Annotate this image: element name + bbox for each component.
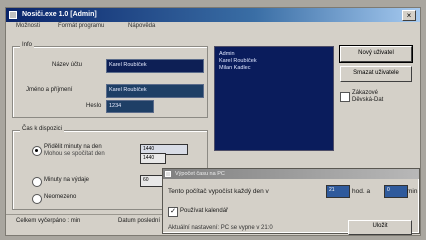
- minutes-weekend-field[interactable]: 1440: [140, 153, 166, 164]
- dialog-title-bar[interactable]: Výpočet času na PC: [163, 169, 419, 179]
- delete-user-button[interactable]: Smazat uživatele: [340, 66, 412, 82]
- radio-minutes-per-day[interactable]: [32, 146, 42, 156]
- account-name-label: Název účtu: [52, 62, 83, 68]
- window-title: Nosiči.exe 1.0 [Admin]: [22, 11, 97, 18]
- lock-checkbox-label-1: Zákazové: [352, 90, 379, 96]
- app-icon: [9, 11, 17, 19]
- dialog-icon: [165, 171, 171, 177]
- full-name-field[interactable]: Karel Roubíček: [106, 84, 204, 98]
- menu-item-napoveda[interactable]: Nápověda: [128, 23, 155, 29]
- minutes-spending-label: Minuty na výdaje: [44, 177, 90, 183]
- close-icon: ×: [406, 11, 412, 20]
- password-field[interactable]: 1234: [106, 100, 154, 113]
- dialog-calc-label: Tento počítač vypočíst každý den v: [168, 188, 269, 195]
- new-user-button[interactable]: Nový uživatel: [339, 45, 413, 63]
- minutes-per-day-label-1: Přidělit minuty na den: [44, 144, 102, 150]
- dialog-minute-field[interactable]: 0: [384, 185, 408, 198]
- status-separator: [6, 214, 162, 215]
- info-group-label: Info: [20, 42, 35, 48]
- status-total-used: Celkem vyčerpáno : min: [16, 218, 81, 224]
- minutes-per-day-label-2: Mohou se spočítat den: [44, 151, 105, 157]
- list-item-user[interactable]: Milan Kadlec: [219, 65, 251, 71]
- save-button[interactable]: Uložit: [348, 220, 412, 235]
- menu-bar: Možnosti Formát programu Nápověda: [6, 22, 420, 32]
- time-group-label: Čas k dispozici: [20, 126, 65, 132]
- account-name-field[interactable]: Karel Roubíček: [106, 59, 204, 73]
- title-bar[interactable]: Nosiči.exe 1.0 [Admin]: [6, 8, 420, 22]
- full-name-label: Jméno a příjmení: [26, 87, 73, 93]
- menu-item-moznosti[interactable]: Možnosti: [16, 23, 40, 29]
- close-button[interactable]: ×: [402, 10, 416, 21]
- unlimited-label: Neomezeno: [44, 194, 77, 200]
- list-item-user[interactable]: Admin: [219, 51, 235, 57]
- lock-checkbox[interactable]: [340, 92, 350, 102]
- menu-item-format[interactable]: Formát programu: [58, 23, 104, 29]
- dialog-use-calendar-checkbox[interactable]: ✓: [168, 207, 178, 217]
- radio-minutes-spending[interactable]: [32, 177, 42, 187]
- dialog-footer-text: Aktuální nastavení: PC se vypne v 21:0: [168, 225, 273, 231]
- dialog-hour-field[interactable]: 21: [326, 185, 350, 198]
- dialog-title: Výpočet času na PC: [175, 171, 225, 177]
- dialog-minute-unit: min: [407, 188, 418, 195]
- lock-checkbox-label-2: Děvská-Dat: [352, 97, 384, 103]
- dialog-use-calendar-label: Používat kalendář: [180, 208, 229, 214]
- users-listbox[interactable]: Admin Karel Roubíček Milan Kadlec: [214, 46, 334, 151]
- radio-unlimited[interactable]: [32, 194, 42, 204]
- list-item-user[interactable]: Karel Roubíček: [219, 58, 257, 64]
- password-label: Heslo: [86, 103, 102, 109]
- dialog-hour-unit: hod. a: [352, 188, 371, 195]
